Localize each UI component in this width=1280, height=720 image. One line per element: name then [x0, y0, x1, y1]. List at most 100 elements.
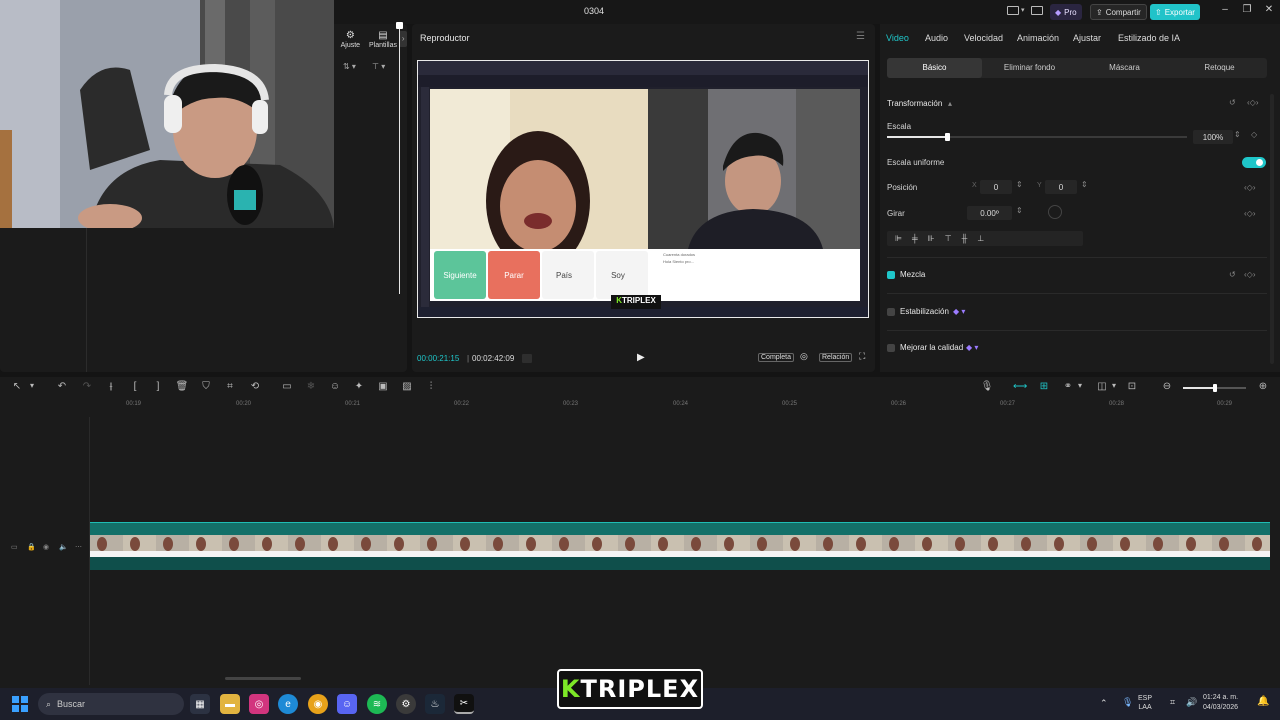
templates-tool[interactable]: ▤ Plantillas: [367, 30, 400, 49]
rotate-input[interactable]: 0.00º: [967, 206, 1012, 220]
full-quality-button[interactable]: Completa: [758, 353, 794, 362]
video-preview[interactable]: Siguiente Parar País Soy Cuarenta dorado…: [417, 60, 869, 318]
crop-icon[interactable]: ⌗: [223, 381, 237, 392]
undo-icon[interactable]: ↶: [55, 381, 69, 392]
split-icon[interactable]: ⫲: [104, 381, 118, 392]
layout-icon[interactable]: [1007, 6, 1019, 15]
volume-icon[interactable]: 🔊: [1186, 697, 1197, 708]
scale-slider[interactable]: [887, 133, 1187, 141]
redo-icon[interactable]: ↷: [80, 381, 94, 392]
fullscreen-icon[interactable]: ⛶: [859, 351, 865, 362]
aspect-ratio-button[interactable]: Relación: [819, 353, 853, 362]
position-y-input[interactable]: 0: [1045, 180, 1077, 194]
keyframe-icon[interactable]: ‹◇›: [1244, 209, 1255, 218]
filter-icon[interactable]: ⊤ ▾: [372, 62, 385, 71]
trim-right-icon[interactable]: ]: [151, 381, 165, 392]
align-middle-icon[interactable]: ╫: [962, 234, 968, 243]
reset-icon[interactable]: ↺: [1229, 270, 1236, 279]
enhance-label[interactable]: Mejorar la calidad: [900, 343, 963, 352]
tab-adjust[interactable]: Ajustar: [1073, 33, 1101, 43]
lock-icon[interactable]: 🔒: [27, 543, 36, 551]
chevron-right-icon[interactable]: ›: [399, 31, 407, 47]
hd-icon[interactable]: ▣: [376, 381, 390, 392]
export-button[interactable]: ⇧ Exportar: [1150, 4, 1200, 20]
tab-video[interactable]: Video: [886, 33, 909, 43]
waveform-icon[interactable]: ⫶: [424, 381, 438, 392]
steam-icon[interactable]: ♨: [425, 694, 445, 714]
freeze-icon[interactable]: ❄: [304, 381, 318, 392]
magic-icon[interactable]: ✦: [352, 381, 366, 392]
adjust-tool[interactable]: ⚙ Ajuste: [334, 30, 367, 49]
stepper-icon[interactable]: ⇕: [1016, 180, 1023, 189]
scale-input[interactable]: 100%: [1193, 130, 1233, 144]
edge-icon[interactable]: e: [278, 694, 298, 714]
file-explorer-icon[interactable]: ▬: [220, 694, 240, 714]
blend-label[interactable]: Mezcla: [900, 270, 925, 279]
microphone-icon[interactable]: 🎙: [980, 381, 994, 392]
timeline-scrollbar[interactable]: [225, 677, 301, 680]
tab-audio[interactable]: Audio: [925, 33, 948, 43]
subtab-mask[interactable]: Máscara: [1077, 58, 1172, 78]
instagram-icon[interactable]: ◎: [249, 694, 269, 714]
capcut-icon[interactable]: ✂: [454, 694, 474, 714]
stepper-icon[interactable]: ⇕: [1081, 180, 1088, 189]
transform-section-title[interactable]: Transformación: [887, 99, 942, 108]
magnet-icon[interactable]: ⊞: [1037, 381, 1051, 392]
menu-icon[interactable]: ☰: [856, 31, 865, 42]
track-cover-icon[interactable]: ▭: [11, 543, 18, 551]
subtab-retouch[interactable]: Retoque: [1172, 58, 1267, 78]
chevron-down-icon[interactable]: ▾: [1107, 381, 1121, 390]
transform-icon[interactable]: ⟲: [248, 381, 262, 392]
blend-checkbox[interactable]: [887, 271, 895, 279]
chevron-down-icon[interactable]: ▾: [25, 381, 39, 390]
network-icon[interactable]: ⌗: [1170, 697, 1175, 708]
chevron-up-icon[interactable]: ⌃: [1100, 698, 1108, 709]
subtab-basic[interactable]: Básico: [887, 58, 982, 78]
align-right-icon[interactable]: ⊪: [928, 234, 935, 243]
play-button[interactable]: ▶: [637, 352, 645, 363]
close-icon[interactable]: ✕: [1261, 4, 1277, 20]
stabilize-checkbox[interactable]: [887, 308, 895, 316]
sort-icon[interactable]: ⇅ ▾: [343, 62, 356, 71]
delete-icon[interactable]: 🗑: [175, 381, 189, 392]
scrollbar[interactable]: [1270, 94, 1274, 364]
rotate-dial-icon[interactable]: [1048, 205, 1062, 219]
microphone-icon[interactable]: 🎙: [1122, 697, 1133, 708]
keyframe-icon[interactable]: ‹◇›: [1244, 183, 1255, 192]
more-icon[interactable]: ⋯: [75, 543, 82, 551]
time-ruler[interactable]: 00:19 00:20 00:21 00:22 00:23 00:24 00:2…: [90, 399, 1280, 413]
taskbar-search[interactable]: ⌕ Buscar: [38, 693, 184, 715]
align-center-icon[interactable]: ╪: [912, 234, 918, 243]
keyframe-icon[interactable]: ◇: [1251, 130, 1257, 139]
pro-button[interactable]: ◆ Pro: [1050, 4, 1082, 20]
speaker-icon[interactable]: 🔈: [59, 543, 68, 551]
zoom-slider[interactable]: [1183, 384, 1246, 392]
zoom-in-icon[interactable]: ⊕: [1256, 381, 1270, 392]
chevron-down-icon[interactable]: ▾: [1073, 381, 1087, 390]
playhead-handle[interactable]: [396, 22, 403, 29]
zoom-out-icon[interactable]: ⊖: [1160, 381, 1174, 392]
tab-speed[interactable]: Velocidad: [964, 33, 1003, 43]
tab-animation[interactable]: Animación: [1017, 33, 1059, 43]
share-button[interactable]: ⇪ Compartir: [1090, 4, 1147, 20]
eye-icon[interactable]: ◉: [43, 543, 49, 551]
chevron-up-icon[interactable]: ▴: [948, 99, 952, 108]
shield-icon[interactable]: ⛉: [199, 381, 213, 392]
minimize-icon[interactable]: –: [1217, 4, 1233, 20]
maximize-icon[interactable]: ❐: [1239, 4, 1255, 20]
keyboard-icon[interactable]: [1031, 6, 1043, 15]
person-icon[interactable]: ☺: [328, 381, 342, 392]
align-bottom-icon[interactable]: ⊥: [977, 234, 984, 243]
subtab-remove-bg[interactable]: Eliminar fondo: [982, 58, 1077, 78]
select-tool-icon[interactable]: ↖: [10, 381, 24, 392]
uniform-scale-toggle[interactable]: [1242, 157, 1266, 168]
stabilize-label[interactable]: Estabilización: [900, 307, 949, 316]
scale-slider-knob[interactable]: [945, 133, 950, 141]
align-top-icon[interactable]: ⊤: [945, 234, 952, 243]
timecode-toggle-icon[interactable]: [522, 354, 532, 363]
spotify-icon[interactable]: ≋: [367, 694, 387, 714]
widgets-icon[interactable]: ▦: [190, 694, 210, 714]
screenshot-icon[interactable]: ◎: [800, 351, 808, 362]
discord-icon[interactable]: ☺: [337, 694, 357, 714]
fit-icon[interactable]: ⊡: [1125, 381, 1139, 392]
